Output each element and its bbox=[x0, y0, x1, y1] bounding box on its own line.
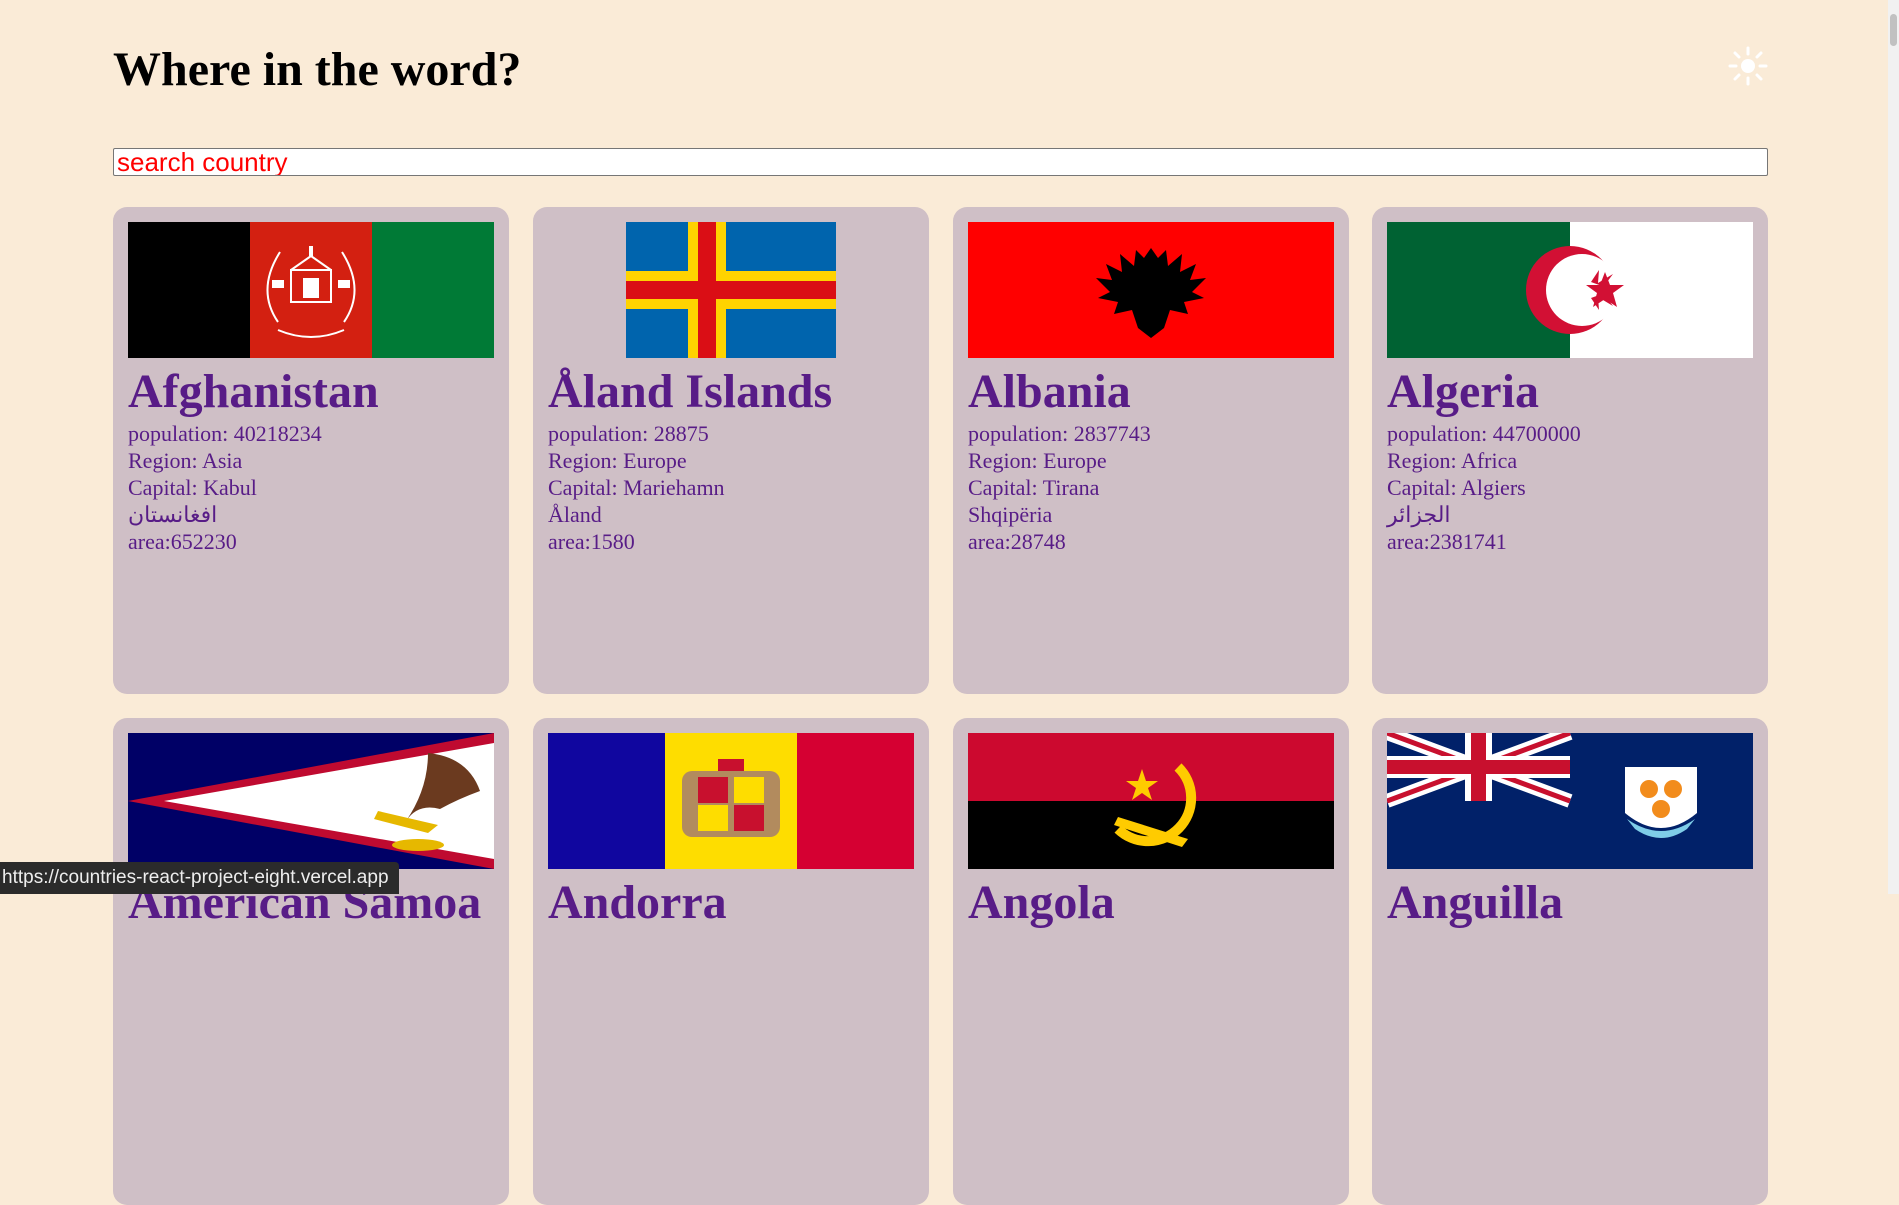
status-bar-url: https://countries-react-project-eight.ve… bbox=[0, 862, 399, 894]
country-card-anguilla[interactable]: Anguilla bbox=[1372, 718, 1768, 1205]
population-text: population: 2837743 bbox=[968, 421, 1151, 446]
theme-toggle-button[interactable] bbox=[1728, 46, 1768, 86]
country-name: Anguilla bbox=[1387, 876, 1564, 929]
country-card-andorra[interactable]: Andorra bbox=[533, 718, 929, 1205]
native-name-text: الجزائر bbox=[1387, 502, 1451, 527]
area-text: area:1580 bbox=[548, 529, 635, 554]
albania-flag bbox=[968, 222, 1334, 358]
country-name: Andorra bbox=[548, 876, 727, 929]
sun-icon bbox=[1728, 46, 1768, 86]
afghanistan-flag bbox=[128, 222, 494, 358]
country-card-american-samoa[interactable]: American Samoa bbox=[113, 718, 509, 1205]
native-name-text: افغانستان bbox=[128, 502, 218, 527]
aland-flag bbox=[626, 222, 836, 358]
country-info: population: 2837743 Region: Europe Capit… bbox=[968, 420, 1151, 555]
capital-text: Capital: Algiers bbox=[1387, 475, 1526, 500]
country-name: Angola bbox=[968, 876, 1115, 929]
capital-text: Capital: Kabul bbox=[128, 475, 257, 500]
country-name: Algeria bbox=[1387, 365, 1539, 418]
country-name: Albania bbox=[968, 365, 1131, 418]
country-name: Afghanistan bbox=[128, 365, 379, 418]
country-info: population: 44700000 Region: Africa Capi… bbox=[1387, 420, 1581, 555]
page: Where in the word? search country Afghan… bbox=[0, 0, 1888, 1205]
country-card-aland-islands[interactable]: Åland Islands population: 28875 Region: … bbox=[533, 207, 929, 694]
scrollbar-thumb[interactable] bbox=[1890, 14, 1897, 46]
country-info: population: 28875 Region: Europe Capital… bbox=[548, 420, 725, 555]
area-text: area:2381741 bbox=[1387, 529, 1507, 554]
country-info: population: 40218234 Region: Asia Capita… bbox=[128, 420, 322, 555]
region-text: Region: Europe bbox=[548, 448, 687, 473]
area-text: area:28748 bbox=[968, 529, 1066, 554]
region-text: Region: Asia bbox=[128, 448, 243, 473]
native-name-text: Shqipëria bbox=[968, 502, 1053, 527]
american-samoa-flag bbox=[128, 733, 494, 869]
capital-text: Capital: Tirana bbox=[968, 475, 1100, 500]
native-name-text: Åland bbox=[548, 502, 602, 527]
country-card-afghanistan[interactable]: Afghanistan population: 40218234 Region:… bbox=[113, 207, 509, 694]
population-text: population: 44700000 bbox=[1387, 421, 1581, 446]
anguilla-flag bbox=[1387, 733, 1753, 869]
area-text: area:652230 bbox=[128, 529, 237, 554]
region-text: Region: Africa bbox=[1387, 448, 1518, 473]
country-card-angola[interactable]: Angola bbox=[953, 718, 1349, 1205]
population-text: population: 28875 bbox=[548, 421, 709, 446]
country-name: Åland Islands bbox=[548, 365, 833, 418]
andorra-flag bbox=[548, 733, 914, 869]
vertical-scrollbar[interactable] bbox=[1888, 0, 1899, 894]
country-card-algeria[interactable]: Algeria population: 44700000 Region: Afr… bbox=[1372, 207, 1768, 694]
country-card-albania[interactable]: Albania population: 2837743 Region: Euro… bbox=[953, 207, 1349, 694]
capital-text: Capital: Mariehamn bbox=[548, 475, 725, 500]
search-input[interactable] bbox=[113, 148, 1768, 176]
page-title: Where in the word? bbox=[113, 43, 522, 96]
algeria-flag bbox=[1387, 222, 1753, 358]
angola-flag bbox=[968, 733, 1334, 869]
region-text: Region: Europe bbox=[968, 448, 1107, 473]
population-text: population: 40218234 bbox=[128, 421, 322, 446]
